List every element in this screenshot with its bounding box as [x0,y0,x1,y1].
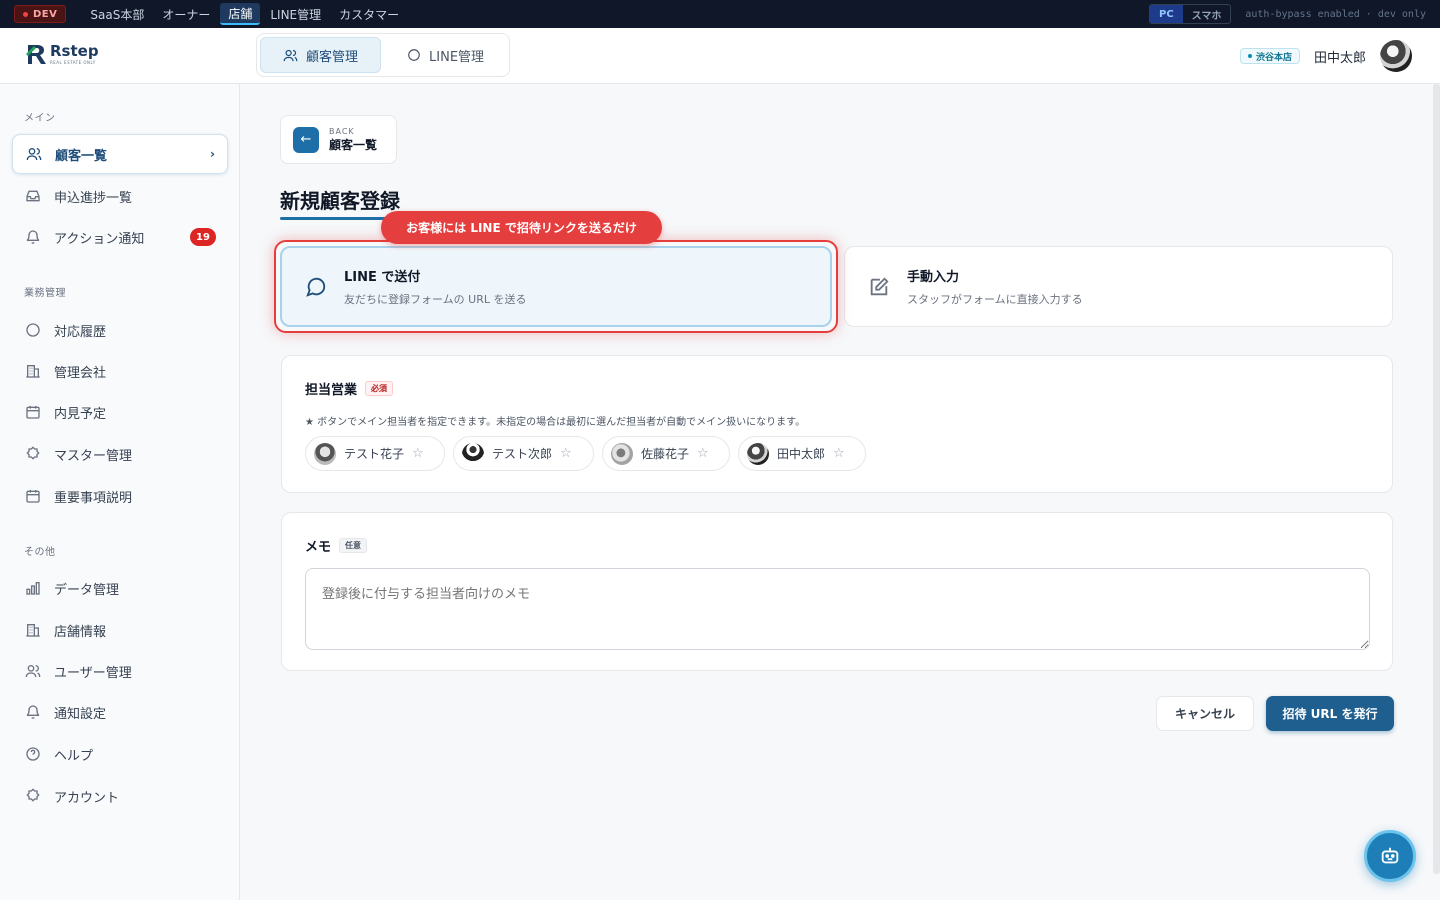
env-badge: DEV [14,5,67,23]
title-underline [280,217,390,220]
device-sp-button[interactable]: スマホ [1183,5,1231,23]
bell-icon [24,703,42,721]
users-icon [283,49,298,61]
sidebar-item-action-notice[interactable]: アクション通知 19 [12,217,228,257]
robot-icon [1381,847,1399,864]
inbox-icon [24,187,42,205]
bell-icon [24,228,42,246]
sales-rep-chips: テスト花子 ☆ テスト次郎 ☆ 佐藤花子 ☆ 田中太郎 ☆ [305,436,866,471]
user-avatar[interactable] [1380,40,1412,72]
avatar [462,442,484,465]
cancel-button[interactable]: キャンセル [1156,696,1254,731]
logo-subtext: REAL ESTATE ONLY [50,59,96,65]
star-icon[interactable]: ☆ [833,446,845,461]
tab-customer-management[interactable]: 顧客管理 [260,37,382,73]
sales-rep-panel: 担当営業 必須 ★ ボタンでメイン担当者を指定できます。未指定の場合は最初に選ん… [281,355,1393,493]
role-nav: SaaS本部 オーナー 店舗 LINE管理 カスタマー [82,3,407,25]
building-icon [24,621,42,639]
sidebar-section-main: メイン [24,113,56,124]
sidebar-item-important-matters[interactable]: 重要事項説明 [12,476,228,516]
store-badge: 渋谷本店 [1239,48,1300,64]
sidebar-item-viewing-schedule[interactable]: 内見予定 [12,392,228,432]
users-icon [24,662,42,680]
avatar [611,442,633,465]
sales-rep-hint: ★ ボタンでメイン担当者を指定できます。未指定の場合は最初に選んだ担当者が自動で… [305,417,806,428]
bar-chart-icon [24,579,42,597]
calendar-icon [24,403,42,421]
sales-rep-chip[interactable]: 田中太郎 ☆ [738,436,866,471]
logo-text: Rstep [50,41,99,60]
sales-rep-label: 担当営業 必須 [305,379,394,398]
role-tab-line[interactable]: LINE管理 [262,3,329,25]
sidebar-item-master-management[interactable]: マスター管理 [12,434,228,474]
store-dot-icon [1247,54,1252,58]
dev-toolbar: DEV SaaS本部 オーナー 店舗 LINE管理 カスタマー PC スマホ a… [0,0,1440,28]
highlight-ring [274,240,838,333]
tab-line-management[interactable]: LINE管理 [385,37,506,73]
gear-icon [24,787,42,805]
required-badge: 必須 [365,381,394,396]
memo-panel: メモ 任意 [281,512,1393,671]
back-button[interactable]: ← BACK 顧客一覧 [280,115,397,164]
page-title: 新規顧客登録 [280,189,400,213]
user-name[interactable]: 田中太郎 [1314,47,1366,66]
sidebar-item-history[interactable]: 対応履歴 [12,310,228,350]
optional-badge: 任意 [339,538,368,553]
star-icon[interactable]: ☆ [560,446,572,461]
sidebar-item-data-management[interactable]: データ管理 [12,568,228,608]
sidebar-item-user-management[interactable]: ユーザー管理 [12,651,228,691]
module-tabs: 顧客管理 LINE管理 [256,33,511,77]
onboarding-tooltip: お客様には LINE で招待リンクを送るだけ [381,211,662,244]
back-caption: BACK [329,126,355,136]
sidebar-item-application-progress[interactable]: 申込進捗一覧 [12,176,228,216]
sidebar: メイン 顧客一覧 › 申込進捗一覧 アクション通知 19 業務管理 対応履歴 管… [0,84,240,900]
manual-input-option[interactable]: 手動入力 スタッフがフォームに直接入力する [844,246,1393,327]
building-icon [24,362,42,380]
sidebar-item-help[interactable]: ヘルプ [12,734,228,774]
rstep-logo-icon [26,45,46,64]
device-pc-button[interactable]: PC [1150,5,1183,23]
option-title: 手動入力 [907,270,960,285]
page-scrollbar[interactable] [1433,84,1440,874]
sidebar-item-notification-settings[interactable]: 通知設定 [12,692,228,732]
status-dot-icon [23,11,28,17]
logo[interactable]: Rstep REAL ESTATE ONLY [26,42,99,66]
issue-invite-url-button[interactable]: 招待 URL を発行 [1266,696,1394,731]
dev-note: auth-bypass enabled · dev only [1245,8,1426,20]
chatbot-button[interactable] [1364,830,1416,882]
avatar [314,442,336,465]
star-icon[interactable]: ☆ [412,446,424,461]
sidebar-item-customer-list[interactable]: 顧客一覧 › [12,134,228,174]
device-toggle: PC スマホ [1149,4,1232,24]
edit-icon [867,275,891,299]
role-tab-owner[interactable]: オーナー [154,3,218,25]
role-tab-store[interactable]: 店舗 [220,3,261,25]
sidebar-item-management-company[interactable]: 管理会社 [12,351,228,391]
sidebar-item-account[interactable]: アカウント [12,776,228,816]
notification-count-badge: 19 [190,228,216,246]
chat-icon [24,321,42,339]
sidebar-section-business: 業務管理 [24,288,66,299]
star-icon[interactable]: ☆ [697,446,709,461]
app-header: Rstep REAL ESTATE ONLY 顧客管理 LINE管理 渋谷本店 … [0,28,1440,84]
back-label: 顧客一覧 [329,137,378,152]
chevron-right-icon: › [210,147,215,161]
memo-textarea[interactable] [305,568,1370,650]
role-tab-customer[interactable]: カスタマー [331,3,407,25]
users-icon [25,145,43,163]
memo-label: メモ 任意 [305,536,368,555]
sales-rep-chip[interactable]: テスト花子 ☆ [305,436,445,471]
gear-icon [24,445,42,463]
sidebar-item-store-info[interactable]: 店舗情報 [12,610,228,650]
sales-rep-chip[interactable]: 佐藤花子 ☆ [602,436,730,471]
option-description: スタッフがフォームに直接入力する [907,293,1083,306]
sales-rep-chip[interactable]: テスト次郎 ☆ [453,436,594,471]
role-tab-saas[interactable]: SaaS本部 [82,3,152,25]
calendar-icon [24,487,42,505]
chat-bubble-icon [408,49,420,61]
help-icon [24,745,42,763]
sidebar-section-other: その他 [24,547,56,558]
arrow-left-icon: ← [293,126,319,153]
avatar [747,442,769,465]
